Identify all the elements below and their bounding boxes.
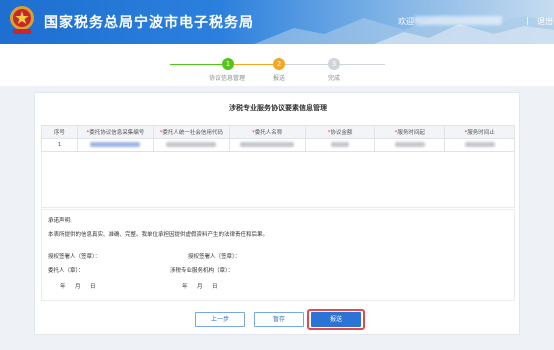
pledge-heading: 承诺声明: <box>48 218 72 224</box>
left-date-day: 日 <box>90 284 96 290</box>
left-date-year: 年 <box>60 284 66 290</box>
prev-step-button[interactable]: 上一步 <box>195 312 245 327</box>
cell-collect-no-redacted <box>76 138 154 152</box>
submit-button[interactable]: 报送 <box>311 312 361 327</box>
right-date-day: 日 <box>212 284 218 290</box>
cell-start-redacted <box>374 138 446 152</box>
left-signer-label: 授权签署人（签章）： <box>48 254 101 260</box>
tax-emblem-icon <box>10 6 34 34</box>
col-header-credit-code: *委托人统一社会信用代码 <box>152 125 230 139</box>
agency-seal-label: 涉税专业服务机构（章）： <box>170 268 234 274</box>
pledge-statement: 本表所提供的信息真实、准确、完整。我单位承担因提供虚假资料产生的法律责任和后果。 <box>48 232 269 238</box>
right-date-month: 月 <box>197 284 203 290</box>
welcome-text: 欢迎 <box>398 17 414 26</box>
col-header-collect-no: *委托协议信息采集编号 <box>76 125 154 139</box>
step-1-label: 协议信息管理 <box>209 75 246 82</box>
step-1-circle: 1 <box>222 58 234 70</box>
card-title: 涉税专业服务协议要素信息管理 <box>229 104 327 112</box>
step-connector-pending <box>285 64 328 65</box>
cell-index: 1 <box>41 138 78 152</box>
step-connector-tail <box>340 64 385 65</box>
left-date-month: 月 <box>75 284 81 290</box>
table-empty-area <box>41 152 515 208</box>
principal-seal-label: 委托人（章）： <box>48 268 84 274</box>
pledge-section: 承诺声明: 本表所提供的信息真实、准确、完整。我单位承担因提供虚假资料产生的法律… <box>41 209 515 301</box>
right-signer-label: 授权签署人（签章）： <box>188 254 241 260</box>
step-2-label: 报送 <box>273 75 286 82</box>
cell-credit-code-redacted <box>152 138 230 152</box>
step-3-label: 完成 <box>328 75 341 82</box>
save-draft-button[interactable]: 暂存 <box>254 312 304 327</box>
table-row[interactable]: 1 <box>41 138 515 152</box>
cell-end-redacted <box>444 138 515 152</box>
agreement-card: 涉税专业服务协议要素信息管理 序号 *委托协议信息采集编号 *委托人统一社会信用… <box>34 92 520 335</box>
step-3-circle: 3 <box>328 58 340 70</box>
col-header-amount: *协议金额 <box>304 125 376 139</box>
step-connector-current <box>234 64 273 65</box>
col-header-index: 序号 <box>41 125 78 139</box>
step-2-circle: 2 <box>273 58 285 70</box>
col-header-start: *服务时间起 <box>374 125 446 139</box>
right-date-year: 年 <box>182 284 188 290</box>
col-header-principal-name: *委托人名称 <box>228 125 306 139</box>
exit-link[interactable]: 退出 <box>537 16 553 27</box>
step-connector-done <box>170 64 222 65</box>
top-header: 国家税务总局宁波市电子税务局 欢迎 | 退出 <box>0 0 554 44</box>
table-header-row: 序号 *委托协议信息采集编号 *委托人统一社会信用代码 *委托人名称 *协议金额… <box>41 125 515 139</box>
col-header-end: *服务时间止 <box>444 125 515 139</box>
site-title: 国家税务总局宁波市电子税务局 <box>44 15 254 31</box>
agreement-table: 序号 *委托协议信息采集编号 *委托人统一社会信用代码 *委托人名称 *协议金额… <box>41 125 515 152</box>
cell-amount-redacted <box>304 138 376 152</box>
user-name-redacted <box>414 16 502 25</box>
header-separator: | <box>526 16 529 25</box>
cell-principal-redacted <box>228 138 306 152</box>
